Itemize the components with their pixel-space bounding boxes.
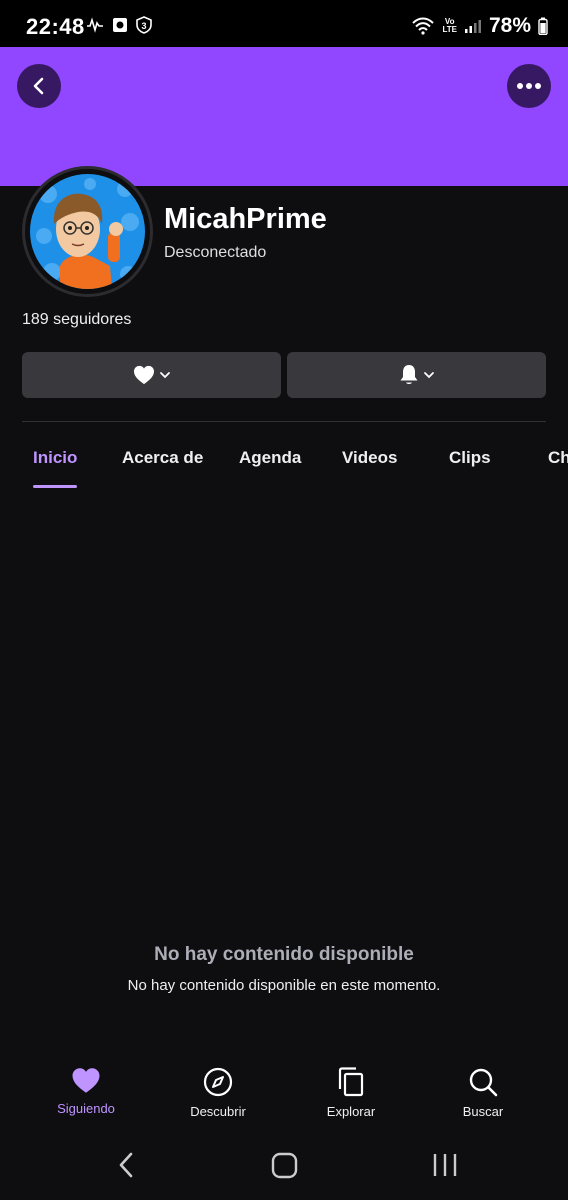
channel-status: Desconectado — [164, 244, 267, 261]
status-right-icons: Vo LTE 78% — [411, 14, 548, 38]
wifi-icon — [412, 17, 435, 35]
channel-tabs: Inicio Acerca de Agenda Videos Clips Ch — [0, 440, 568, 492]
compass-icon — [203, 1067, 233, 1097]
nav-label: Descubrir — [190, 1104, 246, 1119]
system-recents-icon[interactable] — [432, 1151, 458, 1179]
tab-inicio[interactable]: Inicio — [33, 448, 77, 468]
activity-icon — [87, 17, 103, 33]
channel-name: MicahPrime — [164, 203, 327, 235]
signal-icon — [464, 20, 481, 33]
status-time: 22:48 — [26, 14, 85, 39]
bottom-navigation: Siguiendo Descubrir Explorar Buscar — [0, 1055, 568, 1135]
bell-icon — [400, 365, 417, 384]
active-tab-indicator — [33, 485, 77, 488]
battery-icon — [538, 17, 548, 35]
nav-label: Siguiendo — [57, 1101, 115, 1116]
battery-percent: 78% — [488, 14, 531, 37]
nav-siguiendo[interactable]: Siguiendo — [31, 1067, 141, 1116]
nav-explorar[interactable]: Explorar — [296, 1067, 406, 1119]
system-back-icon[interactable] — [116, 1151, 136, 1179]
nav-descubrir[interactable]: Descubrir — [163, 1067, 273, 1119]
tab-ch[interactable]: Ch — [548, 448, 568, 468]
system-home-icon[interactable] — [271, 1151, 298, 1179]
empty-state-subtitle: No hay contenido disponible en este mome… — [127, 977, 441, 994]
notifications-button[interactable] — [287, 352, 546, 398]
back-button[interactable] — [17, 64, 61, 108]
status-bar: 22:48 3 Vo LTE 78% — [0, 0, 568, 47]
heart-icon — [133, 365, 154, 385]
tab-acerca-de[interactable]: Acerca de — [122, 448, 203, 468]
chevron-down-icon — [159, 372, 170, 379]
nav-label: Buscar — [462, 1104, 504, 1119]
notification-badge-count: 3 — [141, 21, 146, 31]
volte-bottom: LTE — [442, 25, 457, 34]
chevron-left-icon — [33, 77, 44, 95]
heart-icon — [72, 1068, 100, 1093]
followers-count: 189 seguidores — [22, 311, 132, 328]
volte-indicator: Vo LTE — [442, 18, 457, 34]
chevron-down-icon — [423, 372, 434, 379]
avatar[interactable] — [30, 174, 145, 289]
search-icon — [469, 1068, 498, 1097]
more-horizontal-icon — [517, 83, 541, 89]
tab-videos[interactable]: Videos — [342, 448, 397, 468]
follow-button[interactable] — [22, 352, 281, 398]
shield-badge-icon: 3 — [136, 16, 152, 34]
divider — [22, 421, 546, 422]
mii-avatar-image — [30, 174, 145, 289]
system-navigation-bar — [0, 1135, 568, 1200]
nav-label: Explorar — [326, 1104, 376, 1119]
empty-state-title: No hay contenido disponible — [154, 944, 414, 965]
tab-agenda[interactable]: Agenda — [239, 448, 301, 468]
nav-buscar[interactable]: Buscar — [428, 1067, 538, 1119]
copy-icon — [338, 1067, 364, 1097]
tab-clips[interactable]: Clips — [449, 448, 491, 468]
more-options-button[interactable] — [507, 64, 551, 108]
status-notification-icons: 3 — [86, 16, 152, 34]
camera-app-icon — [113, 18, 127, 32]
